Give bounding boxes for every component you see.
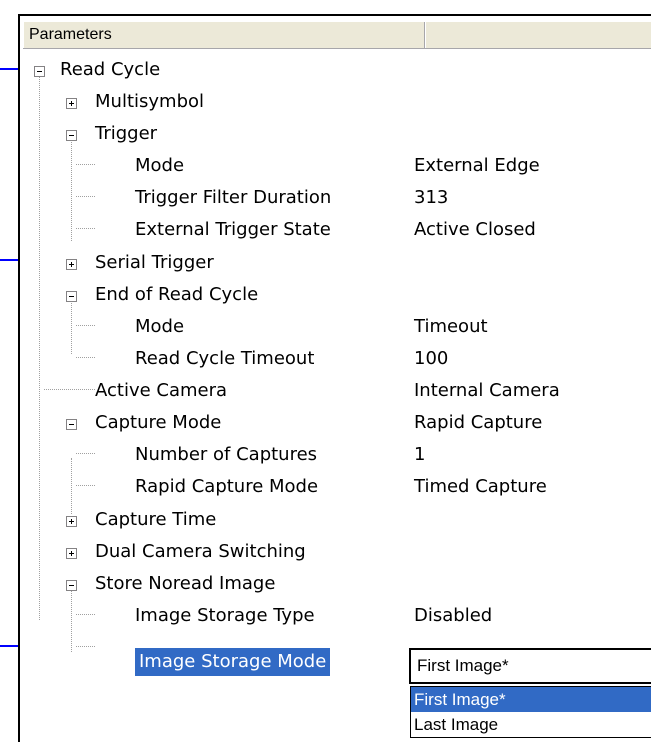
tree-item-external-trigger-state[interactable]: External Trigger State Active Closed bbox=[20, 214, 650, 246]
param-label: Mode bbox=[135, 316, 185, 337]
tree-item-eorc-mode[interactable]: Mode Timeout bbox=[20, 311, 650, 343]
param-value[interactable]: 1 bbox=[414, 439, 425, 471]
tree-item-store-noread-image[interactable]: Store Noread Image bbox=[20, 568, 650, 600]
param-value[interactable]: 313 bbox=[414, 182, 448, 214]
param-value[interactable]: Active Closed bbox=[414, 214, 536, 246]
tree-item-label: Serial Trigger bbox=[95, 252, 214, 273]
dropdown-option-last-image[interactable]: Last Image bbox=[411, 712, 651, 737]
param-value[interactable]: Rapid Capture bbox=[414, 407, 542, 439]
tree-item-trigger-filter-duration[interactable]: Trigger Filter Duration 313 bbox=[20, 182, 650, 214]
tree-item-read-cycle[interactable]: Read Cycle bbox=[20, 54, 650, 86]
tree-item-trigger-mode[interactable]: Mode External Edge bbox=[20, 150, 650, 182]
tree-item-label: End of Read Cycle bbox=[95, 284, 259, 305]
image-storage-mode-dropdown[interactable]: First Image* bbox=[409, 648, 651, 684]
tree-item-serial-trigger[interactable]: Serial Trigger bbox=[20, 247, 650, 279]
tree-item-capture-time[interactable]: Capture Time bbox=[20, 504, 650, 536]
tree-item-end-of-read-cycle[interactable]: End of Read Cycle bbox=[20, 279, 650, 311]
param-value[interactable]: Timeout bbox=[414, 311, 488, 343]
tree-item-label: Dual Camera Switching bbox=[95, 541, 306, 562]
tree-item-read-cycle-timeout[interactable]: Read Cycle Timeout 100 bbox=[20, 343, 650, 375]
param-label: Read Cycle Timeout bbox=[135, 348, 315, 369]
param-label: Rapid Capture Mode bbox=[135, 476, 319, 497]
tree-item-rapid-capture-mode[interactable]: Rapid Capture Mode Timed Capture bbox=[20, 471, 650, 503]
tree-item-label: Trigger bbox=[95, 123, 158, 144]
param-value[interactable]: Disabled bbox=[414, 600, 492, 632]
param-label: Mode bbox=[135, 155, 185, 176]
tree-item-label: Multisymbol bbox=[95, 91, 205, 112]
param-label: Active Camera bbox=[95, 380, 228, 401]
tree-item-trigger[interactable]: Trigger bbox=[20, 118, 650, 150]
tree-item-number-of-captures[interactable]: Number of Captures 1 bbox=[20, 439, 650, 471]
dropdown-option-first-image[interactable]: First Image* bbox=[411, 687, 651, 712]
param-label: External Trigger State bbox=[135, 219, 331, 240]
parameters-panel: Parameters Read Cycle Multisymbol Trigge… bbox=[18, 14, 651, 742]
dropdown-options-list: First Image* Last Image bbox=[410, 686, 651, 738]
param-label: Image Storage Type bbox=[135, 605, 315, 626]
param-label: Trigger Filter Duration bbox=[135, 187, 332, 208]
param-label: Number of Captures bbox=[135, 444, 318, 465]
column-header-parameters[interactable]: Parameters bbox=[23, 22, 425, 48]
tree-item-label: Store Noread Image bbox=[95, 573, 276, 594]
param-value[interactable]: Internal Camera bbox=[414, 375, 560, 407]
tree-item-active-camera[interactable]: Active Camera Internal Camera bbox=[20, 375, 650, 407]
param-value[interactable]: 100 bbox=[414, 343, 448, 375]
column-header-value[interactable] bbox=[425, 22, 651, 48]
tree-item-image-storage-type[interactable]: Image Storage Type Disabled bbox=[20, 600, 650, 632]
tree-item-capture-mode[interactable]: Capture Mode Rapid Capture bbox=[20, 407, 650, 439]
tree-item-dual-camera-switching[interactable]: Dual Camera Switching bbox=[20, 536, 650, 568]
tree-item-label: Capture Time bbox=[95, 509, 217, 530]
param-label: Capture Mode bbox=[95, 412, 222, 433]
param-value[interactable]: Timed Capture bbox=[414, 471, 547, 503]
tree-line bbox=[76, 646, 95, 647]
dropdown-current-value: First Image* bbox=[417, 656, 509, 675]
column-header: Parameters bbox=[23, 22, 651, 49]
tree-item-multisymbol[interactable]: Multisymbol bbox=[20, 86, 650, 118]
tree-item-label: Read Cycle bbox=[60, 59, 161, 80]
tree-item-image-storage-mode-label[interactable]: Image Storage Mode bbox=[135, 648, 331, 676]
param-value[interactable]: External Edge bbox=[414, 150, 540, 182]
